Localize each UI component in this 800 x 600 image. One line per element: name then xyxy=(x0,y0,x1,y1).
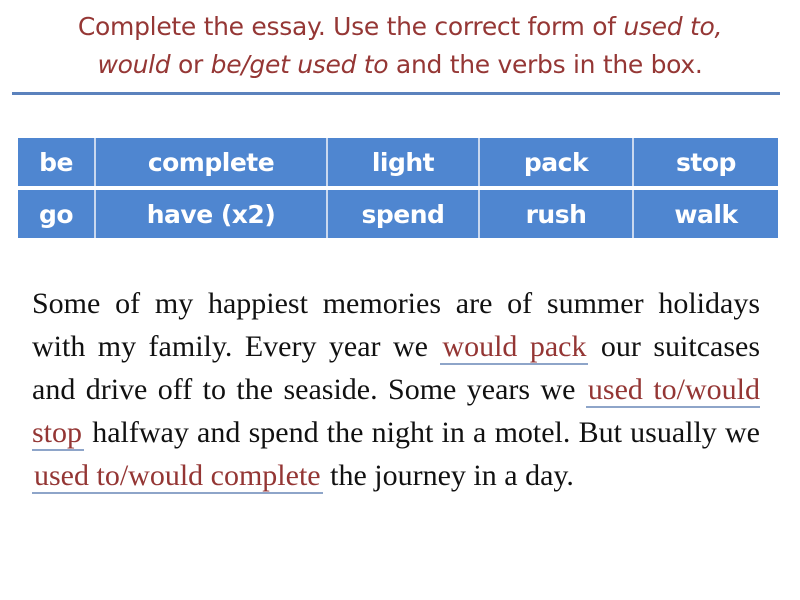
essay-paragraph: Some of my happiest memories are of summ… xyxy=(32,282,760,497)
title-divider xyxy=(12,92,780,95)
verb-cell: be xyxy=(18,138,95,190)
instruction-heading: Complete the essay. Use the correct form… xyxy=(0,8,800,84)
instruction-text: and the verbs in the box. xyxy=(388,50,703,79)
verb-row: be complete light pack stop xyxy=(18,138,778,190)
verb-cell: stop xyxy=(632,138,778,190)
instruction-italic-would: would xyxy=(97,50,171,79)
verb-box: be complete light pack stop go have (x2)… xyxy=(18,138,778,238)
verb-cell: walk xyxy=(632,188,778,238)
answer-blank-1[interactable]: would pack xyxy=(440,330,589,365)
verb-cell: complete xyxy=(94,138,327,190)
instruction-text: or xyxy=(170,50,211,79)
instruction-italic-be-get-used-to: be/get used to xyxy=(210,50,389,79)
verb-cell: go xyxy=(38,199,74,229)
verb-cell: rush xyxy=(478,188,633,238)
verb-cell: spend xyxy=(326,188,479,238)
instruction-text: Complete the essay. Use the correct form… xyxy=(77,12,624,41)
verb-cell: have (x2) xyxy=(94,188,327,238)
verb-cell: pack xyxy=(478,138,633,190)
essay-text: halfway and spend the night in a motel. … xyxy=(84,416,760,449)
verb-cell: light xyxy=(326,138,479,190)
answer-blank-3[interactable]: used to/would complete xyxy=(32,459,323,494)
verb-row: go have (x2) spend rush walk xyxy=(18,188,778,238)
instruction-italic-used-to: used to, xyxy=(623,12,723,41)
essay-text: the journey in a day. xyxy=(322,459,574,492)
